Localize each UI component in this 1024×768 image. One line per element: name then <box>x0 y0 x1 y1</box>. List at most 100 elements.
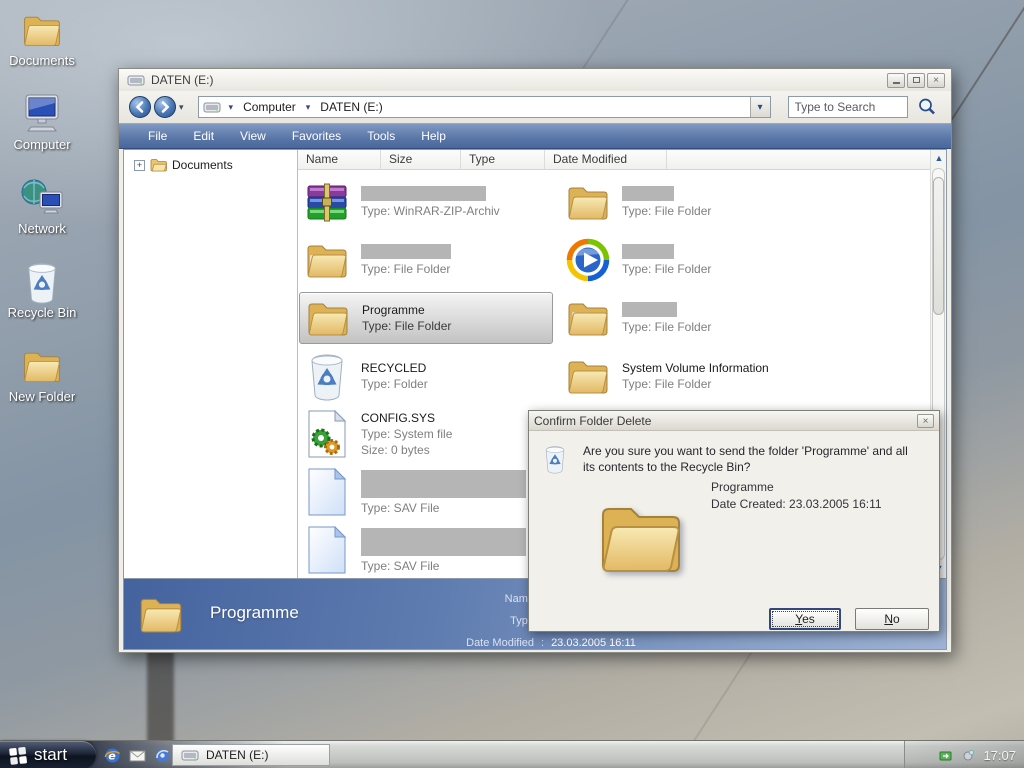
no-button[interactable]: No <box>855 608 929 630</box>
file-item[interactable]: Type: File Folder <box>560 234 814 286</box>
winrar-icon <box>303 177 351 227</box>
desktop: Documents Computer Network Recycle Bin N… <box>0 0 1024 768</box>
file-item-config-sys[interactable]: CONFIG.SYSType: System fileSize: 0 bytes <box>299 408 553 460</box>
safely-remove-hardware-icon[interactable] <box>939 748 954 763</box>
dialog-close-button[interactable]: × <box>917 414 934 428</box>
desktop-icon-list: Documents Computer Network Recycle Bin N… <box>0 4 84 424</box>
taskbar-item-daten[interactable]: DATEN (E:) <box>172 744 330 766</box>
history-dropdown-icon[interactable]: ▾ <box>179 102 184 113</box>
column-headers: NameSizeTypeDate Modified <box>298 150 930 170</box>
maximize-button[interactable] <box>907 73 925 88</box>
dialog-title: Confirm Folder Delete <box>534 414 917 428</box>
confirm-delete-dialog: Confirm Folder Delete × Are you sure you… <box>528 410 940 632</box>
scrollbar-thumb[interactable] <box>933 177 944 315</box>
quick-launch: e <box>104 741 171 768</box>
folder-icon <box>304 293 352 343</box>
file-type-line: Size: 0 bytes <box>361 442 452 458</box>
file-item-system-volume-information[interactable]: System Volume InformationType: File Fold… <box>560 350 814 402</box>
internet-explorer-icon[interactable]: e <box>104 747 121 764</box>
desktop-icon-label: Network <box>0 221 84 236</box>
file-item[interactable]: Type: File Folder <box>299 234 553 286</box>
column-header-type[interactable]: Type <box>461 150 545 169</box>
recycle-icon <box>20 260 64 304</box>
search-input[interactable] <box>788 96 908 118</box>
file-item[interactable]: Type: SAV File <box>299 466 553 518</box>
column-header-size[interactable]: Size <box>381 150 461 169</box>
desktop-icon-documents[interactable]: Documents <box>0 8 84 88</box>
dialog-item-name: Programme <box>711 479 882 496</box>
file-item[interactable]: Type: SAV File <box>299 524 553 576</box>
file-name: CONFIG.SYS <box>361 410 452 426</box>
desktop-icon-recycle-bin[interactable]: Recycle Bin <box>0 260 84 340</box>
tree-item-documents[interactable]: + Documents <box>134 158 297 172</box>
desktop-icon-label: Recycle Bin <box>0 305 84 320</box>
column-header-name[interactable]: Name <box>298 150 381 169</box>
close-button[interactable]: × <box>927 73 945 88</box>
desktop-icon-new-folder[interactable]: New Folder <box>0 344 84 424</box>
recycle-icon <box>303 351 351 401</box>
file-item-recycled[interactable]: RECYCLEDType: Folder <box>299 350 553 402</box>
navigation-toolbar: ▾ ▾ Computer ▾ DATEN (E:) ▾ <box>119 91 951 123</box>
forward-button[interactable] <box>154 96 176 118</box>
desktop-icon-computer[interactable]: Computer <box>0 92 84 172</box>
desktop-icon-network[interactable]: Network <box>0 176 84 256</box>
address-bar[interactable]: ▾ Computer ▾ DATEN (E:) ▾ <box>198 96 771 118</box>
expand-toggle-icon[interactable]: + <box>134 160 145 171</box>
chevron-down-icon[interactable]: ▾ <box>221 102 242 113</box>
file-item-programme[interactable]: ProgrammeType: File Folder <box>299 292 553 344</box>
menu-file[interactable]: File <box>135 124 180 148</box>
details-row-date-modified: Date Modified : 23.03.2005 16:11 <box>364 632 636 654</box>
network-icon <box>20 176 64 220</box>
folder-icon <box>136 589 186 639</box>
title-bar[interactable]: DATEN (E:) × <box>119 69 951 91</box>
file-item[interactable]: Type: File Folder <box>560 292 814 344</box>
recycle-bin-icon <box>542 441 568 477</box>
file-type-line: Type: WinRAR-ZIP-Archiv <box>361 203 500 219</box>
menu-tools[interactable]: Tools <box>354 124 408 148</box>
file-type-line: Type: File Folder <box>622 261 711 277</box>
search-icon[interactable] <box>917 97 937 117</box>
drive-icon <box>127 74 145 87</box>
chevron-down-icon[interactable]: ▾ <box>298 102 319 113</box>
breadcrumb-daten[interactable]: DATEN (E:) <box>318 100 384 114</box>
taskbar-item-label: DATEN (E:) <box>206 748 268 762</box>
file-type-line: Type: File Folder <box>362 318 451 334</box>
msn-icon[interactable] <box>154 747 171 764</box>
windows-flag-icon <box>8 745 28 765</box>
folder-icon <box>20 344 64 388</box>
mail-icon[interactable] <box>129 747 146 764</box>
file-type-line: Type: File Folder <box>361 261 451 277</box>
file-type-line: Type: Folder <box>361 376 428 392</box>
redacted-name <box>361 186 486 201</box>
breadcrumb-computer[interactable]: Computer <box>241 100 298 114</box>
menu-favorites[interactable]: Favorites <box>279 124 354 148</box>
computer-icon <box>20 92 64 136</box>
folder-icon <box>564 177 612 227</box>
dialog-message: Are you sure you want to send the folder… <box>583 443 919 475</box>
dialog-title-bar[interactable]: Confirm Folder Delete × <box>529 411 939 431</box>
file-name: Programme <box>362 302 451 318</box>
file-item[interactable]: Type: WinRAR-ZIP-Archiv <box>299 176 553 228</box>
menu-bar: FileEditViewFavoritesToolsHelp <box>119 123 951 149</box>
menu-edit[interactable]: Edit <box>180 124 227 148</box>
taskbar-clock: 17:07 <box>983 748 1016 763</box>
redacted-name <box>361 470 526 498</box>
config-icon <box>303 409 351 459</box>
redacted-name <box>361 528 526 556</box>
file-item[interactable]: Type: File Folder <box>560 176 814 228</box>
folder-icon <box>150 158 167 172</box>
redacted-name <box>622 302 677 317</box>
back-button[interactable] <box>129 96 151 118</box>
taskbar: start e <box>0 740 1024 768</box>
address-dropdown-button[interactable]: ▾ <box>750 97 770 117</box>
column-header-date-modified[interactable]: Date Modified <box>545 150 667 169</box>
menu-help[interactable]: Help <box>408 124 459 148</box>
scroll-up-icon[interactable]: ▲ <box>931 150 947 166</box>
start-button[interactable]: start <box>0 741 96 768</box>
tray-status-icon[interactable] <box>961 748 976 763</box>
drive-icon <box>203 101 221 114</box>
minimize-button[interactable] <box>887 73 905 88</box>
yes-button[interactable]: Yes <box>769 608 841 630</box>
wmp-icon <box>564 235 612 285</box>
menu-view[interactable]: View <box>227 124 279 148</box>
